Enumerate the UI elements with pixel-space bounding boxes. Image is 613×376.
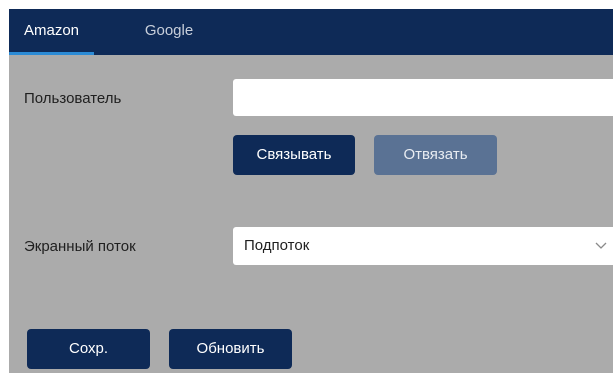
user-label: Пользователь xyxy=(24,90,122,107)
user-input[interactable] xyxy=(233,79,613,116)
link-button[interactable]: Связывать xyxy=(233,135,355,175)
tab-google[interactable]: Google xyxy=(130,9,208,55)
unlink-button[interactable]: Отвязать xyxy=(374,135,497,175)
settings-panel: Amazon Google Пользователь Связывать Отв… xyxy=(9,9,613,373)
save-button[interactable]: Сохр. xyxy=(27,329,150,369)
screen-stream-select[interactable]: Подпоток xyxy=(233,227,613,265)
tab-amazon[interactable]: Amazon xyxy=(9,9,94,55)
screen-stream-label: Экранный поток xyxy=(24,238,136,255)
tab-bar: Amazon Google xyxy=(9,9,613,55)
refresh-button[interactable]: Обновить xyxy=(169,329,292,369)
chevron-down-icon xyxy=(595,242,607,249)
screen-stream-value: Подпоток xyxy=(244,237,310,254)
